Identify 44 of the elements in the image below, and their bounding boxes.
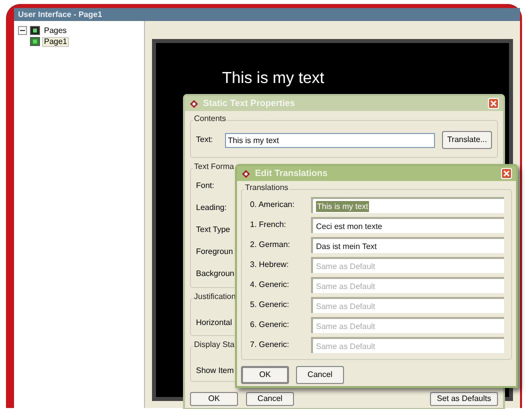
canvas-text: This is my text bbox=[222, 70, 324, 87]
group-label: Contents bbox=[193, 115, 228, 123]
dialog-title: Static Text Properties bbox=[203, 99, 296, 108]
app-icon bbox=[241, 168, 251, 178]
button[interactable]: Set as Defaults bbox=[430, 392, 498, 406]
field-label: Show Item bbox=[196, 366, 234, 375]
field-label: Horizontal bbox=[196, 318, 232, 327]
field-label: 0. American: bbox=[250, 199, 296, 211]
field-label: Text: bbox=[196, 134, 214, 146]
button[interactable]: Cancel bbox=[296, 366, 344, 384]
tree-item[interactable]: Page1 bbox=[43, 38, 68, 46]
field-label: 4. Generic: bbox=[250, 279, 290, 291]
group-label: Display Sta bbox=[193, 341, 236, 349]
group-label: Text Forma bbox=[193, 163, 236, 171]
field-label: Foregroun bbox=[196, 246, 233, 258]
close-button[interactable] bbox=[488, 98, 499, 109]
field-label: 2. German: bbox=[250, 239, 292, 251]
collapse-icon[interactable] bbox=[18, 26, 27, 35]
field-label: Text Type bbox=[196, 224, 230, 236]
close-button[interactable] bbox=[501, 168, 512, 179]
button[interactable]: OK bbox=[241, 366, 289, 384]
field-label: 1. French: bbox=[250, 219, 288, 231]
translation-field[interactable]: Ceci est mon texte bbox=[311, 217, 504, 233]
field-label: 3. Hebrew: bbox=[250, 259, 290, 271]
button[interactable]: Translate... bbox=[442, 131, 492, 149]
field-label: Leading: bbox=[196, 202, 227, 214]
dialog-title: Edit Translations bbox=[255, 169, 329, 178]
tree-item[interactable]: Pages bbox=[43, 26, 68, 34]
field-label: Font: bbox=[196, 180, 214, 192]
field-label: 6. Generic: bbox=[250, 319, 290, 331]
group-label: Justification bbox=[193, 293, 237, 301]
field-label: Backgroun bbox=[196, 268, 234, 280]
button[interactable]: OK bbox=[190, 392, 238, 406]
field-label: 5. Generic: bbox=[250, 299, 290, 311]
text-field[interactable]: This is my text bbox=[224, 132, 436, 148]
button[interactable]: Cancel bbox=[246, 392, 294, 406]
translation-field[interactable]: Das ist mein Text bbox=[311, 237, 504, 253]
translation-field[interactable]: This is my text bbox=[311, 197, 504, 213]
close-icon bbox=[490, 100, 497, 107]
field-label: 7. Generic: bbox=[250, 339, 290, 351]
window-title: User Interface - Page1 bbox=[18, 10, 102, 18]
app-icon bbox=[189, 98, 199, 108]
close-icon bbox=[503, 170, 510, 177]
group-label: Translations bbox=[244, 184, 290, 192]
